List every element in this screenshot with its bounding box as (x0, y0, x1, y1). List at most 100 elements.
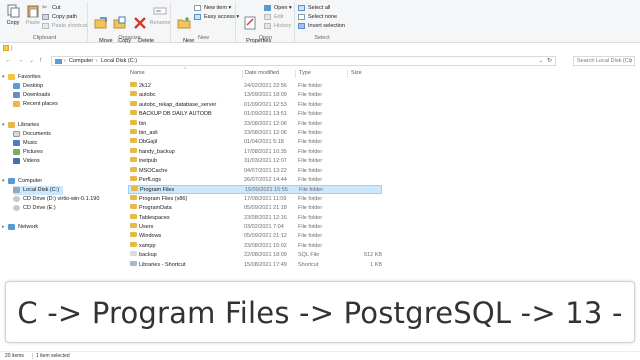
scissors-icon: ✂ (42, 5, 48, 11)
new-group-label: New (197, 35, 209, 41)
open-group: Properties ▾ Open ▾ Edit History Open (237, 2, 295, 50)
file-row[interactable]: DbGajil 01/04/2021 5:18 File folder (128, 138, 382, 147)
file-type: File folder (298, 101, 323, 108)
column-divider[interactable] (295, 70, 296, 78)
file-date-modified: 03/02/2021 7:04 (244, 224, 284, 230)
file-row[interactable]: autobc 13/09/2021 18:09 File folder (128, 91, 382, 100)
file-row[interactable]: PerfLogs 26/07/2012 14:44 File folder (128, 176, 382, 185)
nav-music[interactable]: Music (13, 139, 37, 148)
quick-access-divider (11, 45, 12, 51)
address-bar[interactable]: › Computer › Local Disk (C:) ⌄ ↻ (51, 56, 556, 66)
open-group-label: Open (258, 35, 273, 41)
chevron-down-icon[interactable]: ▾ (2, 73, 5, 82)
copy-button[interactable]: Copy (2, 4, 24, 26)
nav-libraries[interactable]: Libraries (8, 121, 39, 130)
move-to-icon (94, 17, 107, 29)
file-row[interactable]: Program Files (x86) 17/08/2021 11:09 File … (128, 194, 382, 204)
nav-local-disk-c-label: Local Disk (C:) (23, 187, 60, 193)
file-row[interactable]: autobc_rekap_database_server 01/09/2021 1… (128, 100, 382, 110)
paste-button[interactable]: Paste (22, 4, 44, 26)
chevron-down-icon[interactable]: ▾ (2, 177, 5, 186)
copy-path-button[interactable]: Copy path (42, 13, 77, 21)
column-divider[interactable] (347, 70, 348, 78)
file-type: File folder (298, 167, 323, 174)
open-button[interactable]: Open ▾ (264, 4, 292, 12)
invert-selection-button[interactable]: Invert selection (298, 22, 345, 30)
file-row[interactable]: Tablespaces 23/08/2021 12:16 File folder (128, 213, 382, 223)
recent-locations-button[interactable]: ⌄ (29, 57, 34, 65)
chevron-down-icon[interactable]: ▸ (2, 223, 5, 232)
file-row[interactable]: MSOCache 04/07/2021 13:22 File folder (128, 166, 382, 176)
file-name: BACKUP DB DAILY AUTODB (139, 111, 212, 118)
nav-desktop[interactable]: Desktop (13, 82, 43, 91)
column-header-name[interactable]: Name (130, 68, 145, 79)
column-divider[interactable] (242, 70, 243, 78)
downloads-icon (13, 91, 20, 98)
nav-videos[interactable]: Videos (13, 157, 40, 166)
nav-computer[interactable]: Computer (8, 177, 42, 186)
nav-favorites[interactable]: Favorites (8, 73, 41, 82)
folder-icon (130, 204, 137, 210)
file-row[interactable]: 2k12 24/02/2021 22:56 File folder (128, 82, 382, 91)
back-button[interactable]: ← (5, 57, 12, 65)
file-type: File folder (298, 195, 323, 202)
easy-access-icon (194, 14, 201, 20)
column-header-date[interactable]: Date modified (245, 68, 279, 79)
file-row[interactable]: Users 03/02/2021 7:04 File folder (128, 223, 382, 232)
paste-shortcut-button[interactable]: Paste shortcut (42, 22, 87, 30)
navigation-pane: ▾ Favorites Desktop Downloads Recent pla… (0, 70, 124, 280)
column-header-type[interactable]: Type (299, 68, 311, 79)
nav-pictures[interactable]: Pictures (13, 148, 43, 157)
file-row[interactable]: Windows 05/09/2021 21:12 File folder (128, 232, 382, 241)
rename-button[interactable]: Rename (149, 4, 171, 26)
nav-documents[interactable]: Documents (13, 130, 51, 139)
file-date-modified: 01/09/2021 13:51 (244, 111, 287, 118)
breadcrumb-local-disk[interactable]: Local Disk (C:) (101, 57, 137, 65)
nav-local-disk-c[interactable]: Local Disk (C:) (13, 186, 63, 195)
select-none-button[interactable]: Select none (298, 13, 337, 21)
file-row[interactable]: bin 23/08/2021 12:06 File folder (128, 119, 382, 129)
nav-recent-places[interactable]: Recent places (13, 100, 58, 109)
file-row[interactable]: handy_backup 17/08/2021 10:35 File folder (128, 147, 382, 157)
column-header-size[interactable]: Size (351, 68, 362, 79)
file-name: bin (139, 120, 147, 127)
nav-cd-drive-d[interactable]: CD Drive (D:) virtio-win-0.1.190 (13, 195, 99, 204)
select-all-button[interactable]: Select all (298, 4, 330, 12)
folder-icon (130, 176, 137, 181)
select-all-label: Select all (308, 5, 331, 11)
search-input[interactable]: Search Local Disk (C:) ⌕ (573, 56, 635, 66)
nav-network[interactable]: Network (8, 223, 38, 232)
chevron-down-icon[interactable]: ⌄ (539, 57, 543, 65)
file-row[interactable]: Program Files 15/09/2021 15:55 File folder (128, 185, 382, 195)
file-row[interactable]: bin_asli 23/08/2021 12:06 File folder (128, 129, 382, 138)
breadcrumb-computer[interactable]: Computer (69, 57, 93, 65)
file-name: backup (139, 252, 157, 259)
file-date-modified: 22/08/2021 18:09 (244, 252, 287, 259)
file-date-modified: 05/09/2021 21:12 (244, 233, 287, 240)
file-row[interactable]: xampp 23/08/2021 15:02 File folder (128, 241, 382, 251)
cd-drive-icon (13, 204, 20, 211)
file-row[interactable]: ProgramData 05/09/2021 21:18 File folder (128, 204, 382, 213)
nav-cd-drive-e[interactable]: CD Drive (E:) (13, 204, 56, 213)
invert-selection-label: Invert selection (308, 23, 345, 29)
file-type: File folder (298, 233, 323, 240)
file-row[interactable]: inetpub 31/03/2021 12:07 File folder (128, 157, 382, 166)
easy-access-button[interactable]: Easy access ▾ (194, 13, 239, 21)
up-button[interactable]: ↑ (39, 57, 43, 65)
cut-button[interactable]: ✂ Cut (42, 4, 61, 12)
nav-downloads[interactable]: Downloads (13, 91, 50, 100)
ribbon: Copy Paste ✂ Cut Copy path Paste shortcu… (0, 0, 640, 50)
history-button[interactable]: History (264, 22, 291, 30)
file-type: File folder (298, 92, 323, 99)
file-row[interactable]: BACKUP DB DAILY AUTODB 01/09/2021 13:51 Fi… (128, 110, 382, 119)
refresh-icon[interactable]: ↻ (547, 57, 552, 65)
rename-icon (153, 7, 167, 15)
file-row[interactable]: backup 22/08/2021 18:09 SQL File 512 KB (128, 251, 382, 260)
chevron-down-icon[interactable]: ▾ (2, 121, 5, 130)
new-item-button[interactable]: New item ▾ (194, 4, 231, 12)
edit-button[interactable]: Edit (264, 13, 283, 21)
file-row[interactable]: Libraries - Shortcut 15/08/2021 17:49 Shor… (128, 260, 382, 270)
nav-music-label: Music (23, 140, 38, 146)
forward-button[interactable]: → (17, 57, 24, 65)
folder-icon[interactable] (3, 45, 9, 51)
